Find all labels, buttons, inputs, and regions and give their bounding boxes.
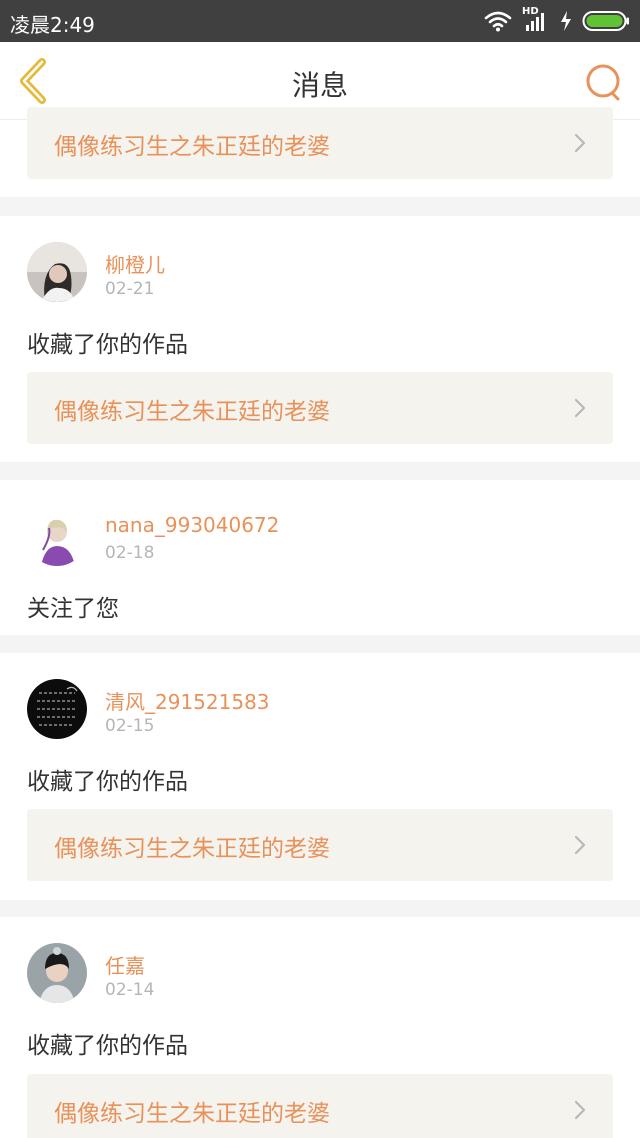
user-name[interactable]: nana_993040672 — [105, 513, 279, 537]
status-time: 凌晨2:49 — [10, 13, 95, 37]
avatar[interactable] — [27, 506, 87, 566]
page-title: 消息 — [291, 69, 348, 102]
action-text: 收藏了你的作品 — [27, 332, 188, 358]
work-link[interactable]: 偶像练习生之朱正廷的老婆 — [27, 372, 613, 444]
work-link[interactable]: 偶像练习生之朱正廷的老婆 — [27, 1074, 613, 1138]
user-name[interactable]: 任嘉 — [105, 950, 145, 979]
user-name[interactable]: 柳橙儿 — [105, 249, 165, 278]
message-card: 柳橙儿 02-21 收藏了你的作品 偶像练习生之朱正廷的老婆 — [0, 216, 640, 462]
chevron-right-icon — [574, 1100, 586, 1120]
work-link[interactable]: 偶像练习生之朱正廷的老婆 — [27, 107, 613, 179]
message-card: nana_993040672 02-18 关注了您 — [0, 480, 640, 635]
action-text: 收藏了你的作品 — [27, 1033, 188, 1059]
signal-icon: HD — [522, 6, 550, 33]
action-text: 收藏了你的作品 — [27, 769, 188, 795]
chevron-right-icon — [574, 133, 586, 153]
avatar[interactable] — [27, 679, 87, 739]
message-date: 02-18 — [105, 543, 155, 563]
chevron-right-icon — [574, 835, 586, 855]
search-icon — [586, 64, 620, 101]
chevron-right-icon — [574, 398, 586, 418]
work-title: 偶像练习生之朱正廷的老婆 — [54, 134, 330, 160]
user-name[interactable]: 清风_291521583 — [105, 686, 270, 715]
message-date: 02-15 — [105, 716, 155, 736]
message-card: 任嘉 02-14 收藏了你的作品 偶像练习生之朱正廷的老婆 — [0, 917, 640, 1138]
avatar[interactable] — [27, 943, 87, 1003]
battery-icon — [582, 11, 629, 31]
message-card: 清风_291521583 02-15 收藏了你的作品 偶像练习生之朱正廷的老婆 — [0, 653, 640, 900]
avatar[interactable] — [27, 242, 87, 302]
work-title: 偶像练习生之朱正廷的老婆 — [54, 1101, 330, 1127]
search-button[interactable] — [582, 60, 626, 104]
status-icons: HD — [484, 6, 630, 34]
action-text: 关注了您 — [27, 596, 119, 622]
work-title: 偶像练习生之朱正廷的老婆 — [54, 399, 330, 425]
wifi-icon — [484, 11, 512, 32]
status-bar: 凌晨2:49 HD — [0, 0, 640, 42]
message-date: 02-14 — [105, 980, 155, 1000]
work-link[interactable]: 偶像练习生之朱正廷的老婆 — [27, 809, 613, 881]
message-date: 02-21 — [105, 279, 155, 299]
message-card: 偶像练习生之朱正廷的老婆 — [0, 107, 640, 197]
work-title: 偶像练习生之朱正廷的老婆 — [54, 836, 330, 862]
charging-icon — [561, 11, 571, 31]
